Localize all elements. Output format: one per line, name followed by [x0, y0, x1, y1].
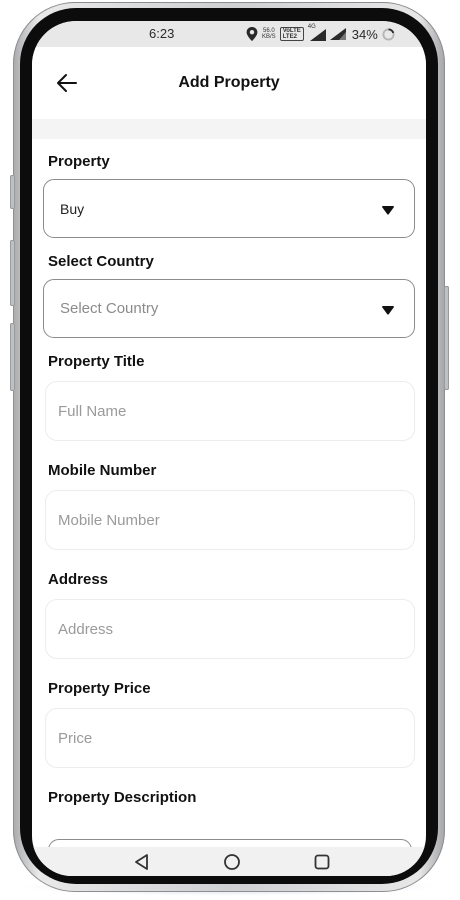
- bixby-button: [10, 323, 15, 391]
- property-title-label: Property Title: [48, 353, 145, 370]
- screen: 6:23 56.0 KB/S VoLTE LTE2 4G 34% Add Pro…: [32, 21, 426, 876]
- app-bar-divider: [32, 119, 426, 139]
- power-button: [444, 286, 449, 390]
- property-description-label: Property Description: [48, 789, 197, 806]
- status-bar: 6:23 56.0 KB/S VoLTE LTE2 4G 34%: [32, 21, 426, 47]
- mobile-number-label: Mobile Number: [48, 462, 157, 479]
- property-select-value: Buy: [60, 201, 85, 217]
- nav-recents-icon[interactable]: [313, 853, 331, 871]
- network-speed-icon: 56.0 KB/S: [262, 28, 276, 40]
- country-label: Select Country: [48, 253, 154, 270]
- signal-bars-icon: [309, 29, 326, 41]
- location-icon: [246, 27, 258, 41]
- status-time: 6:23: [149, 26, 175, 41]
- add-property-form: Property Buy Select Country Select Count…: [32, 139, 426, 849]
- property-price-input[interactable]: [45, 708, 415, 768]
- system-nav-bar: [32, 847, 426, 876]
- volte-bottom-label: LTE2: [282, 34, 297, 40]
- battery-percent: 34%: [351, 26, 378, 42]
- page-title: Add Property: [178, 74, 280, 91]
- volume-down-button: [10, 240, 15, 306]
- caret-down-icon: [382, 206, 394, 215]
- address-label: Address: [48, 571, 109, 588]
- property-title-input[interactable]: [45, 381, 415, 441]
- nav-home-icon[interactable]: [223, 853, 241, 871]
- address-input[interactable]: [45, 599, 415, 659]
- signal-icon: [329, 28, 346, 40]
- country-select-placeholder: Select Country: [60, 300, 159, 317]
- signal-4g-icon: 4G: [308, 24, 326, 41]
- mobile-number-input[interactable]: [45, 490, 415, 550]
- battery-icon: [382, 27, 395, 41]
- app-bar: Add Property: [32, 47, 426, 119]
- property-price-label: Property Price: [48, 680, 151, 697]
- status-icons: 56.0 KB/S VoLTE LTE2 4G 34%: [246, 24, 395, 43]
- property-select[interactable]: Buy: [43, 179, 415, 238]
- volte-icon: VoLTE LTE2: [279, 27, 304, 41]
- volume-up-button: [10, 175, 15, 209]
- network-speed-unit: KB/S: [262, 34, 276, 40]
- nav-back-icon[interactable]: [133, 853, 151, 871]
- property-label: Property: [48, 153, 110, 170]
- caret-down-icon: [382, 306, 394, 315]
- country-select[interactable]: Select Country: [43, 279, 415, 338]
